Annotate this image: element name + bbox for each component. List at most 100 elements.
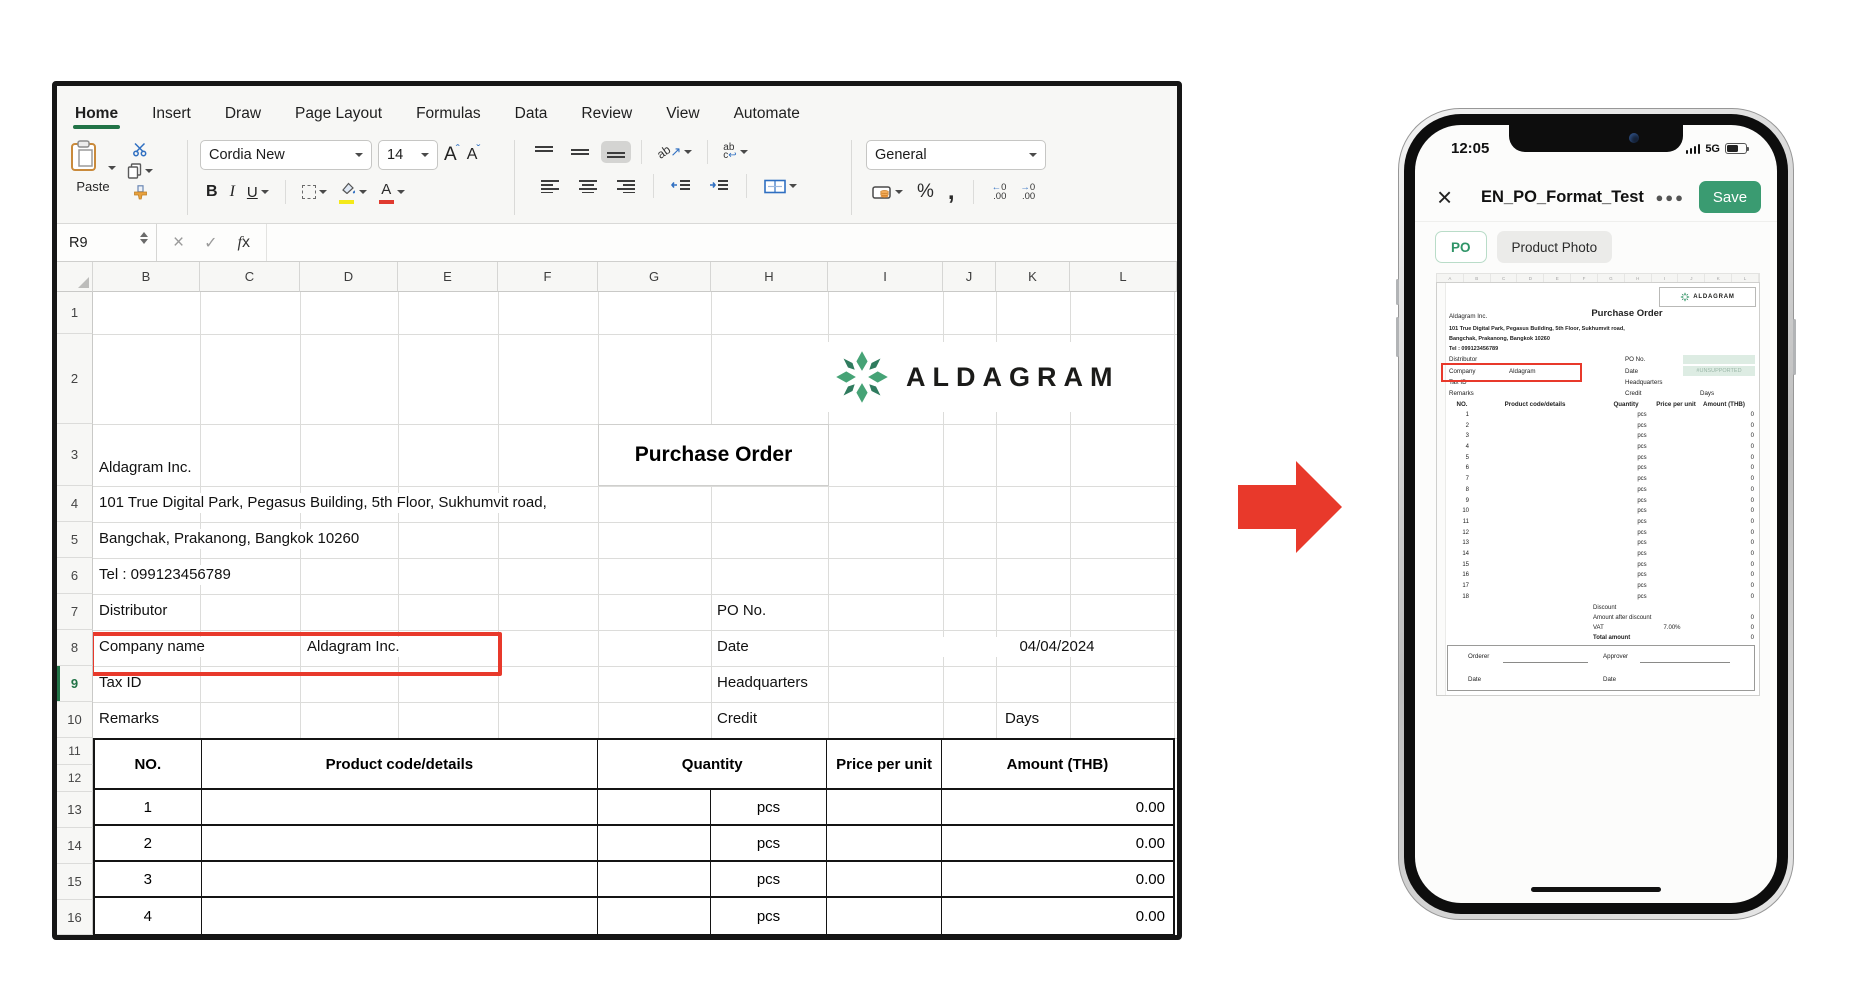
column-header[interactable]: H (711, 262, 828, 292)
row-header[interactable]: 16 (57, 900, 93, 935)
name-box[interactable]: R9 (57, 224, 157, 261)
tab-product-photo[interactable]: Product Photo (1497, 231, 1613, 263)
column-header[interactable]: B (93, 262, 200, 292)
insert-function-icon[interactable]: fx (238, 234, 250, 252)
align-middle-button[interactable] (565, 141, 595, 163)
ribbon-tab-page-layout[interactable]: Page Layout (293, 97, 384, 132)
save-button[interactable]: Save (1699, 181, 1761, 213)
increase-decimal-button[interactable]: ←0.00 (992, 183, 1007, 201)
column-header[interactable]: I (828, 262, 943, 292)
more-options-icon[interactable]: ●●● (1655, 190, 1685, 205)
row-header[interactable]: 1 (57, 292, 93, 334)
row-header[interactable]: 12 (57, 765, 93, 792)
bold-button[interactable]: B (206, 183, 218, 201)
row-header[interactable]: 8 (57, 630, 93, 666)
number-format-select[interactable]: General (866, 140, 1046, 170)
ribbon-tab-view[interactable]: View (664, 97, 701, 132)
format-painter-button[interactable] (127, 185, 153, 200)
align-center-button[interactable] (573, 175, 603, 197)
sheet-cells[interactable]: ALDAGRAM Purchase Order Aldagram Inc. 10… (93, 292, 1177, 935)
font-name-select[interactable]: Cordia New (200, 140, 372, 170)
copy-button[interactable] (127, 163, 153, 179)
tab-po[interactable]: PO (1435, 231, 1487, 263)
select-all-corner[interactable] (57, 262, 93, 292)
name-box-stepper[interactable] (140, 232, 148, 244)
column-header[interactable]: L (1070, 262, 1177, 292)
table-header-quantity[interactable]: Quantity (598, 740, 827, 788)
formula-input[interactable] (266, 224, 1177, 261)
po-no-label-cell[interactable]: PO No. (713, 601, 770, 621)
percent-style-button[interactable]: % (917, 181, 934, 203)
days-label-cell[interactable]: Days (1001, 709, 1043, 729)
column-header[interactable]: E (398, 262, 498, 292)
ribbon-tab-review[interactable]: Review (579, 97, 634, 132)
column-header[interactable]: C (200, 262, 300, 292)
wrap-text-button[interactable]: abc↩ (718, 140, 752, 164)
address-line2-cell[interactable]: Bangchak, Prakanong, Bangkok 10260 (95, 529, 363, 549)
row-header[interactable]: 4 (57, 486, 93, 522)
ribbon-tab-home[interactable]: Home (73, 97, 120, 132)
column-header[interactable]: J (943, 262, 996, 292)
align-left-button[interactable] (535, 175, 565, 197)
tax-id-label-cell[interactable]: Tax ID (95, 673, 146, 693)
paste-button[interactable]: Paste (67, 140, 119, 221)
underline-button[interactable]: U (247, 184, 269, 201)
address-line1-cell[interactable]: 101 True Digital Park, Pegasus Building,… (95, 493, 551, 513)
ribbon-tab-draw[interactable]: Draw (223, 97, 263, 132)
row-header[interactable]: 13 (57, 792, 93, 828)
ribbon-tab-data[interactable]: Data (513, 97, 550, 132)
table-header-product[interactable]: Product code/details (202, 740, 599, 788)
headquarters-label-cell[interactable]: Headquarters (713, 673, 812, 693)
borders-button[interactable] (302, 185, 327, 199)
po-preview[interactable]: AB CD EF GH IJ KL (1436, 273, 1760, 696)
ribbon-tab-insert[interactable]: Insert (150, 97, 193, 132)
row-header[interactable]: 2 (57, 334, 93, 424)
align-right-button[interactable] (611, 175, 641, 197)
align-bottom-button[interactable] (601, 141, 631, 163)
ribbon-tab-formulas[interactable]: Formulas (414, 97, 483, 132)
column-header[interactable]: D (300, 262, 398, 292)
orientation-button[interactable]: ab↗ (652, 140, 697, 164)
company-cell[interactable]: Aldagram Inc. (95, 458, 196, 478)
table-row[interactable]: 4pcs0.00 (95, 898, 1173, 934)
credit-label-cell[interactable]: Credit (713, 709, 761, 729)
confirm-entry-icon[interactable]: ✓ (204, 233, 217, 253)
row-header[interactable]: 6 (57, 558, 93, 594)
row-header[interactable]: 14 (57, 828, 93, 864)
table-row[interactable]: 1pcs0.00 (95, 790, 1173, 826)
font-color-button[interactable]: A (379, 181, 405, 204)
table-row[interactable]: 3pcs0.00 (95, 862, 1173, 898)
date-value-cell[interactable]: 04/04/2024 (943, 637, 1171, 657)
grow-font-button[interactable]: Aˆ (444, 144, 461, 166)
decrease-decimal-button[interactable]: →0.00 (1020, 183, 1035, 201)
shrink-font-button[interactable]: Aˇ (467, 146, 482, 164)
home-indicator[interactable] (1531, 887, 1661, 892)
remarks-label-cell[interactable]: Remarks (95, 709, 163, 729)
italic-button[interactable]: I (230, 183, 235, 201)
table-header-no[interactable]: NO. (95, 740, 202, 788)
comma-style-button[interactable]: , (948, 187, 955, 197)
po-title-cell[interactable]: Purchase Order (598, 424, 829, 486)
row-header[interactable]: 11 (57, 738, 93, 765)
cut-button[interactable] (127, 142, 153, 157)
decrease-indent-button[interactable] (666, 175, 696, 197)
font-size-select[interactable]: 14 (378, 140, 438, 170)
row-header[interactable]: 5 (57, 522, 93, 558)
row-header[interactable]: 10 (57, 702, 93, 738)
row-header[interactable]: 7 (57, 594, 93, 630)
row-header[interactable]: 3 (57, 424, 93, 486)
accounting-format-button[interactable] (872, 185, 903, 200)
row-header[interactable]: 15 (57, 864, 93, 900)
close-icon[interactable]: × (1437, 184, 1467, 210)
date-label-cell[interactable]: Date (713, 637, 753, 657)
column-header[interactable]: F (498, 262, 598, 292)
fill-color-button[interactable] (339, 181, 367, 204)
cancel-entry-icon[interactable]: × (173, 232, 184, 254)
table-row[interactable]: 2pcs0.00 (95, 826, 1173, 862)
align-top-button[interactable] (529, 141, 559, 163)
merge-center-button[interactable] (759, 175, 802, 198)
increase-indent-button[interactable] (704, 175, 734, 197)
table-header-amount[interactable]: Amount (THB) (942, 740, 1173, 788)
column-header[interactable]: K (996, 262, 1070, 292)
distributor-label-cell[interactable]: Distributor (95, 601, 171, 621)
